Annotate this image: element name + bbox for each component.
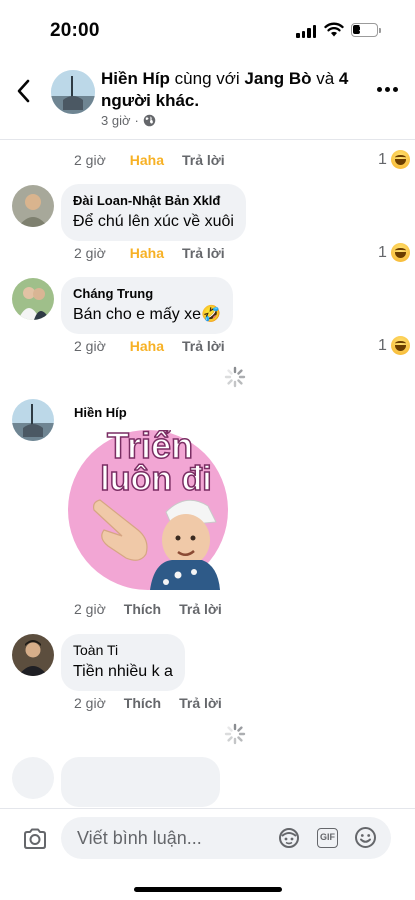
avatar-photo [12,399,54,441]
placeholder-bubble [61,757,220,807]
comment-time: 2 giờ [74,601,106,617]
comment-author[interactable]: Hiền Híp [74,404,127,421]
status-bar: 20:00 34 [0,0,415,56]
author-name[interactable]: Hiền Híp [101,69,170,88]
comment-time: 2 giờ [74,695,106,711]
battery-cap [379,28,381,33]
avatar-photo [12,634,54,676]
comment-bubble[interactable]: Cháng Trung Bán cho e mấy xe🤣 [61,277,233,334]
reply-button[interactable]: Trả lời [179,601,222,617]
avatar-photo [12,185,54,227]
commenter-avatar[interactable] [12,634,54,676]
comment-time: 2 giờ [74,338,106,354]
tagged-name[interactable]: Jang Bò [244,69,311,88]
comment-composer: GIF [0,808,415,900]
title-and: và [311,69,339,88]
haha-emoji-icon [390,336,410,355]
avatar-sticker[interactable]: Triển luôn đi [68,424,228,590]
reply-button[interactable]: Trả lời [182,152,225,168]
reaction-count[interactable]: 1 [378,243,410,262]
cellular-signal-icon [296,25,316,38]
reply-button[interactable]: Trả lời [182,338,225,354]
post-title: Hiền Híp cùng với Jang Bò và 4 người khá… [101,68,351,112]
avatar-photo [51,70,95,114]
placeholder-avatar [12,757,54,799]
haha-emoji-icon [390,243,410,262]
loading-spinner-icon [224,366,246,388]
avatar-sticker-icon[interactable] [278,827,300,849]
emoji-icon[interactable] [354,826,377,849]
camera-icon[interactable] [22,826,48,852]
reply-button[interactable]: Trả lời [179,695,222,711]
globe-icon [143,114,156,127]
sticker-art: Triển luôn đi [68,424,228,590]
gif-icon[interactable]: GIF [317,828,338,848]
more-options-button[interactable] [377,87,401,95]
comments-screen: 20:00 34 Hiền Híp cùng với Jang Bò và 4 … [0,0,415,900]
sticker-text-line2: luôn đi [100,460,211,498]
comment-author[interactable]: Đài Loan-Nhật Bản Xklđ [73,192,234,209]
post-time: 3 giờ [101,113,131,128]
haha-emoji-icon [390,150,410,169]
post-header: Hiền Híp cùng với Jang Bò và 4 người khá… [0,56,415,140]
reaction-count[interactable]: 1 [378,150,410,169]
reaction-count-value: 1 [378,243,387,261]
post-author-avatar[interactable] [51,70,95,114]
haha-reaction-button[interactable]: Haha [130,245,164,261]
comment-actions: 2 giờ Thích Trả lời [74,695,222,711]
commenter-avatar[interactable] [12,278,54,320]
comment-input[interactable] [61,817,391,859]
battery-icon: 34 [351,23,378,37]
battery-percent: 34 [358,24,371,35]
loading-spinner-icon [224,723,246,745]
reply-button[interactable]: Trả lời [182,245,225,261]
status-time: 20:00 [50,20,100,41]
haha-reaction-button[interactable]: Haha [130,152,164,168]
comment-time: 2 giờ [74,245,106,261]
comment-actions: 2 giờ Haha Trả lời [74,152,225,168]
home-indicator [134,887,282,892]
back-button[interactable] [12,76,38,106]
comment-text: Để chú lên xúc về xuôi [73,213,234,230]
like-button[interactable]: Thích [124,601,161,617]
like-button[interactable]: Thích [124,695,161,711]
avatar-photo [12,278,54,320]
post-meta: 3 giờ · [101,113,156,128]
comment-actions: 2 giờ Haha Trả lời [74,338,225,354]
reaction-count-value: 1 [378,150,387,168]
comment-text: Tiền nhiều k a [73,663,173,680]
comment-author[interactable]: Cháng Trung [73,285,221,302]
reaction-count[interactable]: 1 [378,336,410,355]
comment-actions: 2 giờ Thích Trả lời [74,601,222,617]
haha-reaction-button[interactable]: Haha [130,338,164,354]
reaction-count-value: 1 [378,336,387,354]
commenter-avatar[interactable] [12,399,54,441]
comment-text: Bán cho e mấy xe🤣 [73,306,221,323]
wifi-icon [324,22,344,37]
title-with: cùng với [169,69,245,88]
commenter-avatar[interactable] [12,185,54,227]
comment-bubble[interactable]: Toàn Ti Tiền nhiều k a [61,634,185,691]
comment-time: 2 giờ [74,152,106,168]
comment-bubble[interactable]: Đài Loan-Nhật Bản Xklđ Để chú lên xúc về… [61,184,246,241]
comment-actions: 2 giờ Haha Trả lời [74,245,225,261]
comment-author[interactable]: Toàn Ti [73,642,173,659]
